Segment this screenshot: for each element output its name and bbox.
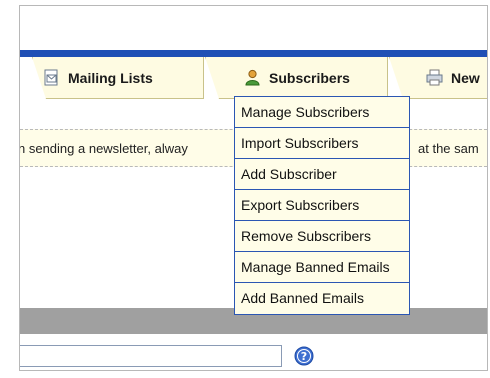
svg-text:?: ? <box>301 350 307 363</box>
mailing-lists-icon <box>44 69 58 86</box>
newsletter-printer-icon <box>426 69 443 86</box>
nav-tabs: Mailing Lists Subscribers New <box>20 57 487 101</box>
notice-text-left: n sending a newsletter, alway <box>19 141 188 156</box>
menu-item-add-banned-emails[interactable]: Add Banned Emails <box>235 283 409 314</box>
menu-item-remove-subscribers[interactable]: Remove Subscribers <box>235 221 409 252</box>
nav-top-bar <box>20 50 487 57</box>
search-input[interactable] <box>20 345 282 367</box>
menu-item-add-subscriber[interactable]: Add Subscriber <box>235 159 409 190</box>
tab-newsletters[interactable]: New <box>389 57 487 99</box>
subscriber-person-icon <box>245 69 260 86</box>
notice-text-right: at the sam <box>418 141 479 156</box>
menu-item-manage-banned-emails[interactable]: Manage Banned Emails <box>235 252 409 283</box>
tab-subscribers-label: Subscribers <box>269 69 350 86</box>
menu-item-import-subscribers[interactable]: Import Subscribers <box>235 128 409 159</box>
subscribers-dropdown-menu: Manage Subscribers Import Subscribers Ad… <box>234 96 410 315</box>
menu-item-export-subscribers[interactable]: Export Subscribers <box>235 190 409 221</box>
menu-item-manage-subscribers[interactable]: Manage Subscribers <box>235 97 409 128</box>
tab-subscribers[interactable]: Subscribers <box>205 57 388 99</box>
help-question-icon[interactable]: ? <box>294 346 314 366</box>
tab-mailing-lists[interactable]: Mailing Lists <box>32 57 204 99</box>
tab-newsletters-label: New <box>451 69 480 86</box>
tab-mailing-lists-label: Mailing Lists <box>68 69 153 86</box>
